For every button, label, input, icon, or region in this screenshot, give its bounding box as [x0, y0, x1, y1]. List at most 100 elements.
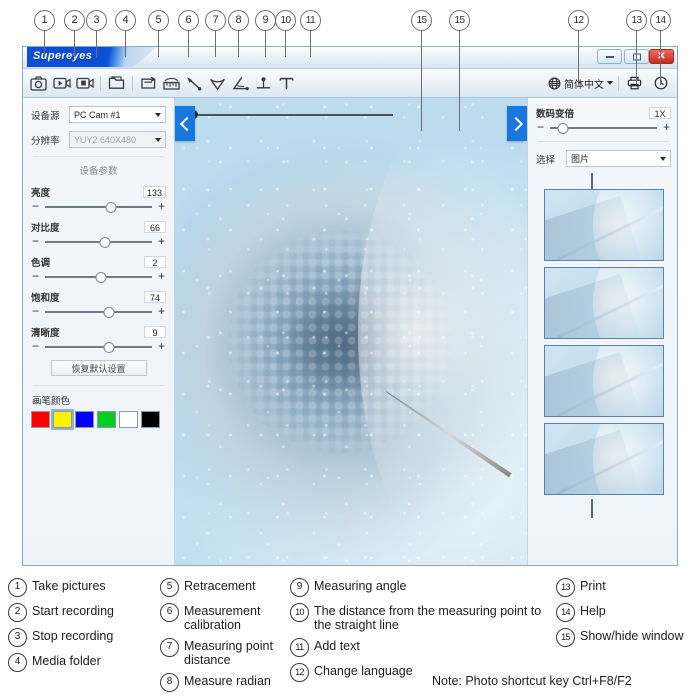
media-select-label: 选择	[536, 154, 556, 166]
legend-number: 8	[160, 673, 179, 692]
hide-left-panel-toggle[interactable]	[175, 106, 195, 141]
legend-item: 6 Measurement calibration	[160, 603, 300, 632]
hide-right-panel-toggle[interactable]	[507, 106, 527, 141]
slider-knob[interactable]	[103, 307, 115, 318]
callout-number: 7	[205, 10, 226, 31]
toolbar-right-tools: 简体中文	[548, 69, 671, 97]
minimize-button[interactable]	[597, 49, 622, 64]
slider-group: 色调 2− +	[31, 255, 166, 283]
slider-decrease-button[interactable]: −	[31, 235, 40, 247]
slider-increase-button[interactable]: +	[157, 200, 166, 212]
slider-row: − +	[31, 305, 166, 318]
add-text-button[interactable]	[276, 72, 297, 94]
slider-track[interactable]	[45, 342, 152, 353]
device-source-value: PC Cam #1	[74, 109, 121, 120]
slider-knob[interactable]	[103, 342, 115, 353]
legend-text: Media folder	[32, 654, 101, 668]
divider	[538, 141, 669, 142]
change-language-button[interactable]: 简体中文	[548, 76, 613, 91]
legend-text: Measure radian	[184, 674, 271, 688]
slider-decrease-button[interactable]: −	[31, 340, 40, 352]
pen-color-blue[interactable]	[75, 411, 94, 428]
legend-item: 15 Show/hide window	[556, 628, 700, 647]
zoom-decrease-button[interactable]: −	[536, 121, 545, 133]
start-recording-button[interactable]	[51, 72, 72, 94]
slider-decrease-button[interactable]: −	[31, 270, 40, 282]
stop-recording-button[interactable]	[74, 72, 95, 94]
divider	[33, 156, 164, 157]
slider-track[interactable]	[45, 202, 152, 213]
device-source-select[interactable]: PC Cam #1	[69, 106, 166, 123]
slider-increase-button[interactable]: +	[157, 305, 166, 317]
callout-number: 15	[449, 10, 470, 31]
measurement-calibration-button[interactable]	[161, 72, 182, 94]
slider-knob[interactable]	[105, 202, 117, 213]
slider-increase-button[interactable]: +	[157, 340, 166, 352]
pen-color-green[interactable]	[97, 411, 116, 428]
slider-value: 66	[144, 221, 166, 233]
slider-header: 对比度 66	[31, 220, 166, 234]
chevron-down-icon	[607, 81, 613, 85]
digital-zoom-label: 数码变倍	[536, 109, 575, 120]
point-to-line-distance-button[interactable]	[253, 72, 274, 94]
digital-zoom-value: 1X	[649, 107, 671, 119]
legend-text: Stop recording	[32, 629, 114, 643]
digital-zoom-slider[interactable]	[550, 123, 657, 134]
slider-increase-button[interactable]: +	[157, 270, 166, 282]
callout-number: 6	[178, 10, 199, 31]
take-picture-button[interactable]	[28, 72, 49, 94]
slider-header: 色调 2	[31, 255, 166, 269]
slider-track[interactable]	[45, 237, 152, 248]
pen-color-red[interactable]	[31, 411, 50, 428]
print-button[interactable]	[624, 72, 645, 94]
resolution-label: 分辨率	[31, 135, 60, 147]
scroll-down-button[interactable]	[590, 499, 617, 518]
legend-number: 6	[160, 603, 179, 622]
folder-icon	[108, 76, 125, 89]
slider-group: 亮度 133− +	[31, 185, 166, 213]
reset-defaults-button[interactable]: 恢复默认设置	[50, 360, 147, 376]
legend-item: 2 Start recording	[8, 603, 158, 622]
slider-increase-button[interactable]: +	[157, 235, 166, 247]
legend-text: Measuring point distance	[184, 639, 273, 667]
measuring-point-distance-button[interactable]	[184, 72, 205, 94]
callout-number: 11	[300, 10, 321, 31]
resolution-select[interactable]: YUY2 640X480	[69, 131, 166, 148]
zoom-increase-button[interactable]: +	[662, 121, 671, 133]
callout-number: 3	[86, 10, 107, 31]
chevron-left-icon	[179, 116, 194, 131]
help-button[interactable]	[650, 72, 671, 94]
slider-decrease-button[interactable]: −	[31, 200, 40, 212]
callout-number: 14	[650, 10, 671, 31]
thumbnail-item[interactable]	[543, 267, 664, 339]
toolbar-separator	[132, 75, 133, 91]
scroll-up-button[interactable]	[590, 173, 617, 192]
calibration-icon	[163, 77, 180, 90]
maximize-button[interactable]	[624, 49, 649, 64]
media-type-select[interactable]: 图片	[566, 150, 671, 167]
thumbnail-item[interactable]	[543, 423, 664, 495]
slider-knob[interactable]	[99, 237, 111, 248]
callout-number: 9	[255, 10, 276, 31]
pen-color-white[interactable]	[119, 411, 138, 428]
legend-text: Measurement calibration	[184, 604, 261, 632]
digital-zoom-slider-row: − +	[536, 121, 671, 134]
thumbnail-item[interactable]	[543, 345, 664, 417]
measuring-angle-button[interactable]	[230, 72, 251, 94]
legend-text: Change language	[314, 664, 413, 678]
video-preview[interactable]	[175, 98, 527, 565]
pen-color-yellow[interactable]	[51, 409, 74, 430]
slider-decrease-button[interactable]: −	[31, 305, 40, 317]
retracement-button[interactable]	[138, 72, 159, 94]
measure-radian-button[interactable]	[207, 72, 228, 94]
slider-knob[interactable]	[95, 272, 107, 283]
close-button[interactable]: ✕	[649, 49, 674, 64]
slider-track[interactable]	[45, 307, 152, 318]
slider-track[interactable]	[45, 272, 152, 283]
thumbnail-item[interactable]	[543, 189, 664, 261]
thumbnail-list	[536, 189, 671, 495]
media-folder-button[interactable]	[106, 72, 127, 94]
slider-knob[interactable]	[557, 123, 569, 134]
slider-label: 对比度	[31, 223, 60, 234]
pen-color-black[interactable]	[141, 411, 160, 428]
